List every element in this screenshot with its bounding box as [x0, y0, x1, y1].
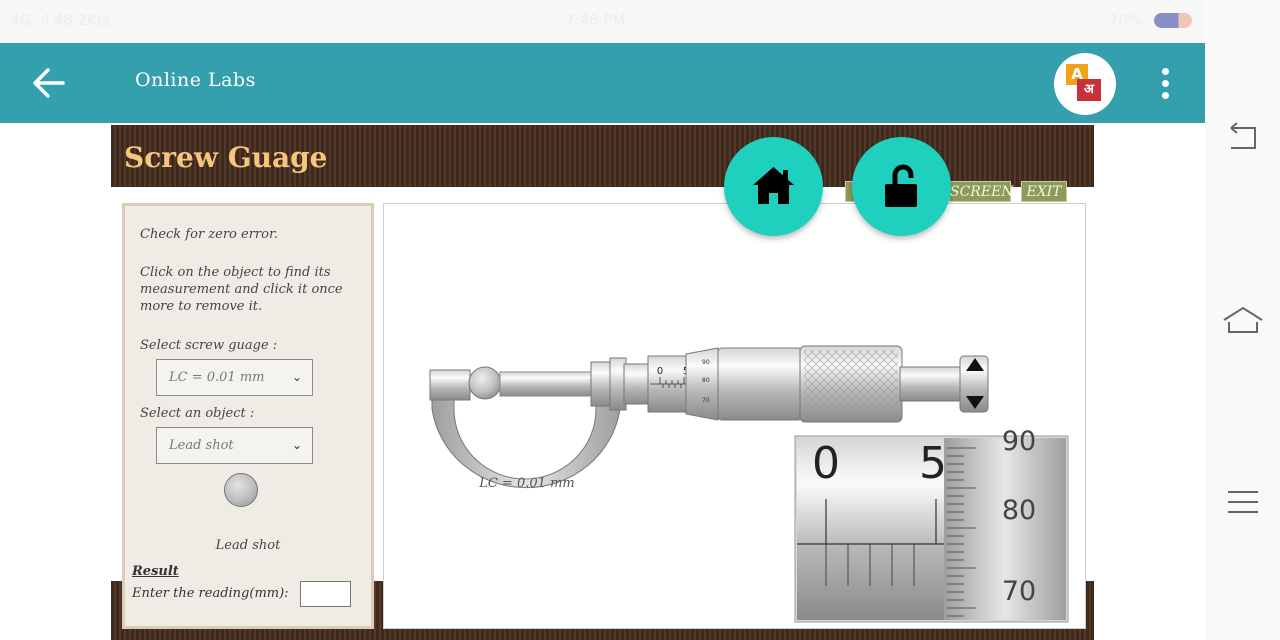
status-bar: 4G .ıl 48.2K/s 7:46 PM 70% [0, 0, 1205, 43]
lead-shot-in-gauge [468, 366, 502, 400]
screw-gauge-select-value: LC = 0.01 mm [169, 370, 265, 385]
system-nav-bar [1205, 0, 1280, 640]
thimble-mark-80: 80 [702, 377, 710, 384]
back-button[interactable] [30, 65, 70, 101]
anvil [429, 369, 471, 401]
unlock-icon [885, 164, 917, 207]
instruction-zero-error: Check for zero error. [140, 227, 278, 242]
zoom-view: 0 5 90 80 70 [794, 426, 1069, 623]
more-vert-dot [1162, 92, 1169, 99]
zoom-thimble-mark-70: 70 [1002, 576, 1036, 607]
thimble-mark-70: 70 [702, 397, 710, 404]
frame-lc-label: LC = 0.01 mm [478, 476, 574, 491]
screw-gauge-select[interactable]: LC = 0.01 mm ⌄ [156, 359, 313, 396]
language-button[interactable]: A अ [1054, 53, 1116, 115]
reading-label: Enter the reading(mm): [132, 586, 289, 601]
chevron-down-icon: ⌄ [291, 370, 302, 384]
status-battery-text: 70% [1108, 11, 1142, 29]
sleeve-mark-0: 0 [657, 366, 663, 377]
home-fab[interactable] [724, 137, 823, 236]
fullscreen-button[interactable]: SCREEN [949, 181, 1014, 202]
app-screen: 4G .ıl 48.2K/s 7:46 PM 70% Online Labs A… [0, 0, 1280, 640]
app-bar: Online Labs A अ [0, 43, 1205, 123]
thimble [717, 347, 803, 421]
more-vert-icon [1162, 68, 1169, 75]
home-icon [753, 167, 794, 204]
result-heading: Result [132, 564, 179, 579]
reading-input[interactable] [300, 581, 351, 607]
return-icon [1230, 122, 1256, 149]
menu-icon [1228, 491, 1258, 513]
thimble-mark-90: 90 [702, 359, 710, 366]
simulation-stage: LC = 0.01 mm 0 5 90 80 [383, 203, 1086, 629]
system-home-button[interactable] [1219, 300, 1267, 340]
arrow-left-icon [33, 68, 65, 98]
select-gauge-label: Select screw guage : [140, 338, 278, 353]
status-time: 7:46 PM [565, 11, 626, 29]
more-vert-dot [1162, 80, 1169, 87]
exit-button[interactable]: EXIT [1021, 181, 1067, 202]
unlock-fab[interactable] [852, 137, 951, 236]
ratchet-shaft [899, 366, 961, 402]
object-select-value: Lead shot [169, 438, 234, 453]
home-outline-icon [1223, 306, 1263, 333]
chevron-down-icon: ⌄ [291, 438, 302, 452]
control-panel: Check for zero error. Click on the objec… [122, 203, 374, 629]
micrometer-illustration: LC = 0.01 mm 0 5 90 80 [429, 345, 1069, 623]
object-select[interactable]: Lead shot ⌄ [156, 427, 313, 464]
battery-icon [1154, 13, 1192, 28]
app-title: Online Labs [135, 69, 256, 91]
select-object-label: Select an object : [140, 406, 255, 421]
overflow-menu-button[interactable] [1150, 65, 1182, 101]
object-name-label: Lead shot [215, 538, 281, 553]
status-network: 4G .ıl 48.2K/s [10, 11, 110, 29]
zoom-thimble-mark-80: 80 [1002, 495, 1036, 526]
instruction-click-object: Click on the object to find its measurem… [140, 265, 343, 314]
lab-title: Screw Guage [124, 141, 328, 174]
spindle [499, 371, 594, 397]
system-menu-button[interactable] [1219, 482, 1267, 522]
system-back-button[interactable] [1219, 118, 1267, 158]
lead-shot-object[interactable] [224, 473, 258, 507]
lang-badge-hindi: अ [1077, 79, 1101, 101]
